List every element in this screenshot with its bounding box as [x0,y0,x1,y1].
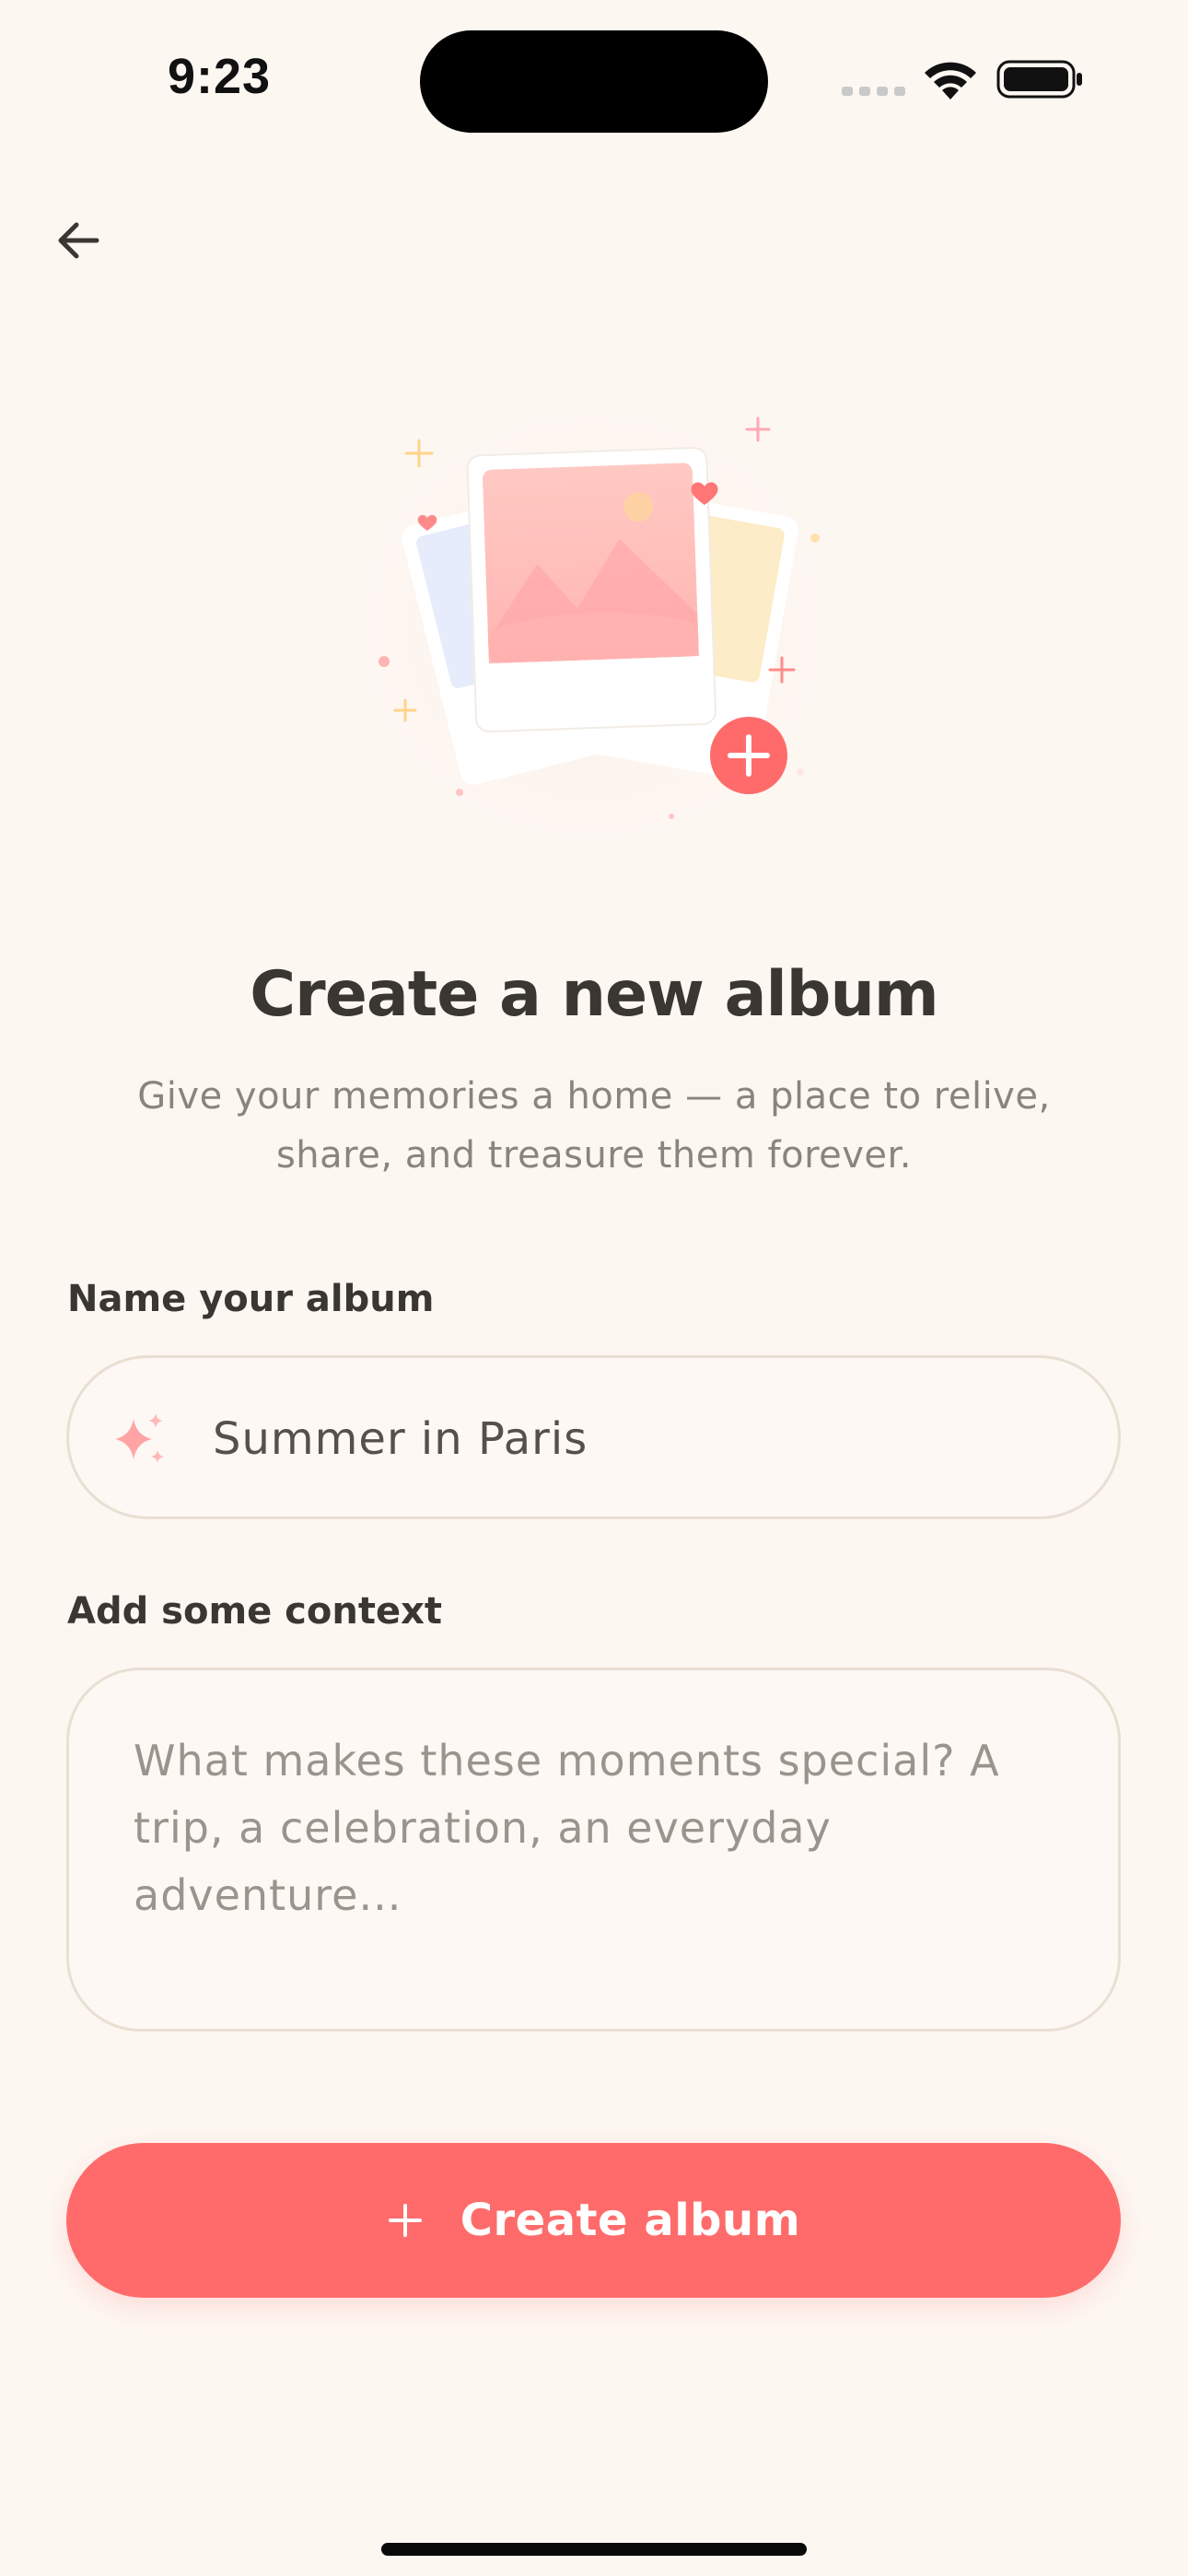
photo-album-illustration [318,359,870,875]
plus-icon [388,2204,422,2237]
album-name-label: Name your album [67,1278,435,1320]
status-bar: 9:23 [0,0,1188,157]
sparkle-icon [115,1413,164,1463]
album-context-field[interactable] [66,1668,1121,2032]
signal-icon [842,87,905,96]
page-title: Create a new album [250,958,938,1031]
arrow-left-icon [58,222,99,259]
create-album-button[interactable]: Create album [66,2143,1121,2298]
dynamic-island [420,30,768,133]
home-indicator[interactable] [381,2543,807,2556]
back-button[interactable] [37,199,120,282]
album-name-field[interactable] [66,1355,1121,1519]
status-time: 9:23 [168,49,272,104]
album-name-input[interactable] [213,1395,1078,1483]
page-subtitle: Give your memories a home — a place to r… [137,1075,1051,1177]
wifi-icon [925,62,976,100]
album-context-label: Add some context [67,1590,443,1633]
album-context-textarea[interactable] [134,1727,1064,2004]
battery-icon [996,60,1082,99]
create-album-label: Create album [460,2195,801,2246]
